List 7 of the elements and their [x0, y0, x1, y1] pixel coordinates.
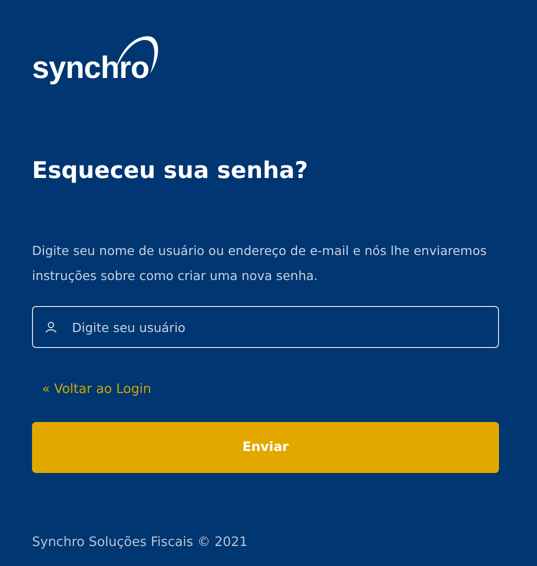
user-icon	[45, 321, 57, 333]
back-to-login-link[interactable]: « Voltar ao Login	[42, 381, 152, 399]
page-title: Esqueceu sua senha?	[32, 157, 309, 186]
instructions-text: Digite seu nome de usuário ou endereço de e-mail e nós lhe enviaremos instruções sobre como criar uma nova senha.	[32, 242, 488, 285]
username-field[interactable]: Digite seu usuário	[32, 306, 499, 348]
logo-wordmark: synchro	[32, 50, 150, 86]
footer-text: Synchro Soluções Fiscais © 2021	[32, 535, 249, 550]
